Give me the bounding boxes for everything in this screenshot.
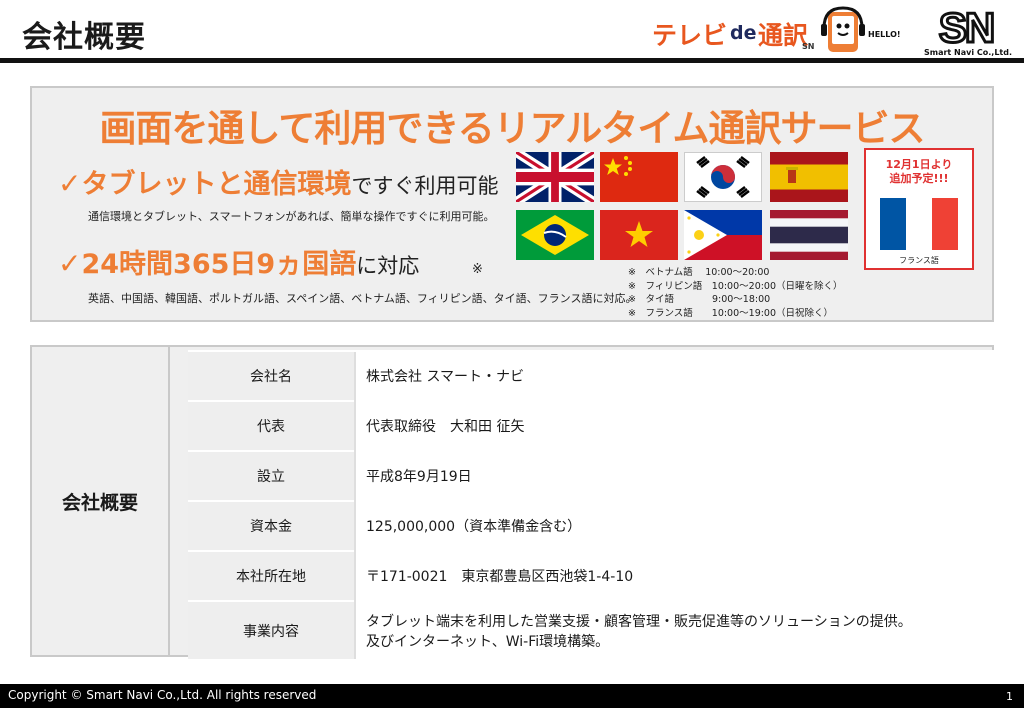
table-row: 代表 代表取締役 大和田 征矢: [188, 400, 994, 451]
table-row: 資本金 125,000,000（資本準備金含む）: [188, 500, 994, 551]
korea-flag-icon: [684, 152, 762, 202]
brazil-flag-icon: [516, 210, 594, 260]
page-number: 1: [1006, 690, 1013, 703]
logo-badge: SN: [802, 42, 815, 51]
french-announcement-note: 12月1日より 追加予定!!!: [866, 158, 972, 186]
sn-logo-mark: SN: [939, 4, 993, 48]
logo-text-de: de: [730, 22, 757, 44]
page-title: 会社概要: [22, 20, 146, 55]
logo-text-terebi: テレビ: [652, 21, 728, 50]
company-info-table: 会社名 株式会社 スマート・ナビ 代表 代表取締役 大和田 征矢 設立 平成8年…: [188, 350, 994, 659]
row-value: タブレット端末を利用した営業支援・顧客管理・販売促進等のソリューションの提供。 …: [354, 600, 994, 659]
tablet-robot-icon: [818, 6, 868, 56]
tv-de-tsuyaku-logo: テレビ de 通訳 SN: [652, 8, 820, 56]
china-flag-icon: [600, 152, 678, 202]
table-row: 会社名 株式会社 スマート・ナビ: [188, 350, 994, 401]
hours-french: ※ フランス語 10:00～19:00（日祝除く）: [628, 307, 834, 319]
spain-flag-icon: [770, 152, 848, 202]
french-note-line2: 追加予定!!!: [889, 172, 949, 185]
logo-text-tsuyaku: 通訳: [758, 21, 809, 50]
row-value: 代表取締役 大和田 征矢: [354, 400, 994, 451]
row-value: 125,000,000（資本準備金含む）: [354, 500, 994, 551]
row-value: 株式会社 スマート・ナビ: [354, 350, 994, 401]
table-row: 事業内容 タブレット端末を利用した営業支援・顧客管理・販売促進等のソリューション…: [188, 600, 994, 659]
row-value: 〒171-0021 東京都豊島区西池袋1-4-10: [354, 550, 994, 601]
feature-languages-tail: に対応: [356, 254, 420, 278]
footnote-mark: ※: [472, 262, 483, 277]
header-rule: [0, 58, 1024, 63]
uk-flag-icon: [516, 152, 594, 202]
copyright-text: Copyright © Smart Navi Co.,Ltd. All righ…: [8, 688, 317, 702]
profile-side-label: 会社概要: [61, 492, 138, 514]
feature-languages-description: 英語、中国語、韓国語、ポルトガル語、スペイン語、ベトナム語、フィリピン語、タイ語…: [88, 292, 637, 305]
table-row: 設立 平成8年9月19日: [188, 450, 994, 501]
row-value-line2: 及びインターネット、Wi-Fi環境構築。: [366, 633, 610, 650]
row-key: 本社所在地: [188, 550, 355, 601]
check-icon: ✓: [58, 167, 82, 200]
thailand-flag-icon: [770, 210, 848, 260]
row-value: 平成8年9月19日: [354, 450, 994, 501]
row-key: 資本金: [188, 500, 355, 551]
french-label: フランス語: [899, 256, 939, 265]
feature-tablet-description: 通信環境とタブレット、スマートフォンがあれば、簡単な操作ですぐに利用可能。: [88, 210, 495, 223]
feature-languages-highlight: 24時間365日9ヵ国語: [81, 249, 357, 280]
french-note-line1: 12月1日より: [885, 158, 953, 171]
service-headline: 画面を通して利用できるリアルタイム通訳サービス: [99, 107, 925, 150]
check-icon: ✓: [58, 247, 82, 280]
row-key: 代表: [188, 400, 355, 451]
feature-tablet: ✓タブレットと通信環境ですぐ利用可能: [58, 162, 498, 201]
row-value-line1: タブレット端末を利用した営業支援・顧客管理・販売促進等のソリューションの提供。: [366, 613, 912, 630]
hours-filipino: ※ フィリピン語 10:00～20:00（日曜を除く）: [628, 280, 843, 292]
table-row: 本社所在地 〒171-0021 東京都豊島区西池袋1-4-10: [188, 550, 994, 601]
feature-tablet-highlight: タブレットと通信環境: [81, 169, 352, 200]
france-flag-icon: [880, 198, 958, 250]
support-hours-notes: ※ ベトナム語 10:00～20:00 ※ フィリピン語 10:00～20:00…: [628, 266, 843, 320]
row-key: 設立: [188, 450, 355, 501]
feature-tablet-tail: ですぐ利用可能: [351, 174, 499, 198]
feature-languages: ✓24時間365日9ヵ国語に対応: [58, 242, 419, 281]
vietnam-flag-icon: [600, 210, 678, 260]
hello-text: HELLO!: [868, 30, 901, 39]
hours-thai: ※ タイ語 9:00～18:00: [628, 294, 771, 305]
company-logo-caption: Smart Navi Co.,Ltd.: [923, 48, 1013, 57]
hours-vietnamese: ※ ベトナム語 10:00～20:00: [628, 267, 770, 278]
philippines-flag-icon: [684, 210, 762, 260]
row-key: 事業内容: [188, 600, 355, 659]
row-key: 会社名: [188, 350, 355, 401]
